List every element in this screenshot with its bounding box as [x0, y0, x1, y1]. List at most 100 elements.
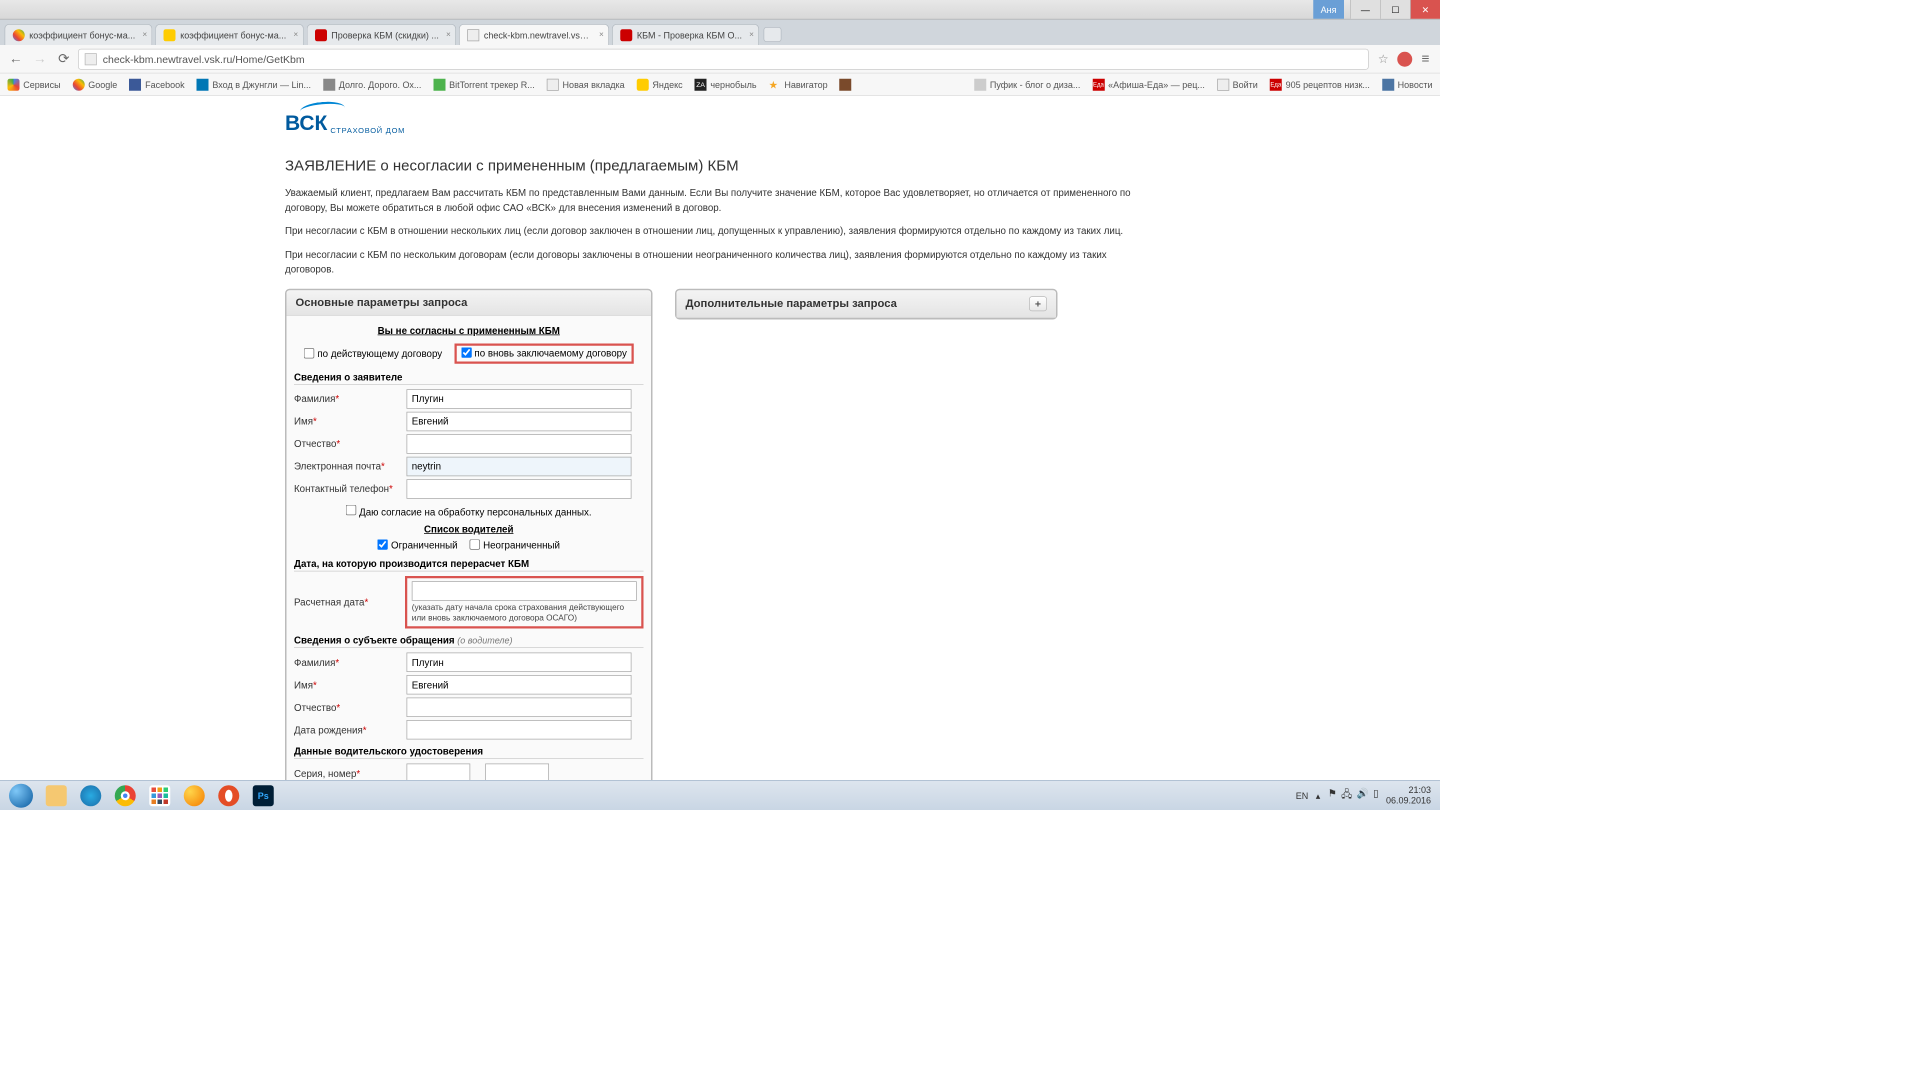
close-icon[interactable]: ×: [446, 30, 451, 39]
chrome-menu-icon[interactable]: ≡: [1417, 51, 1434, 67]
browser-tab-strip: коэффициент бонус-ма...× коэффициент бон…: [0, 20, 1440, 46]
reload-button[interactable]: ⟳: [54, 49, 74, 69]
browser-tab[interactable]: Проверка КБМ (скидки) ...×: [306, 24, 456, 45]
tray-network-icon[interactable]: 🖧: [1341, 787, 1352, 804]
bookmark-star-icon[interactable]: ☆: [1373, 51, 1393, 66]
favicon-icon: [433, 78, 445, 90]
close-icon[interactable]: ×: [749, 30, 754, 39]
consent-checkbox[interactable]: [346, 504, 357, 515]
checkbox-new[interactable]: [461, 347, 472, 358]
option-unlimited[interactable]: Неограниченный: [470, 539, 560, 550]
taskbar-app-ie[interactable]: [75, 783, 107, 807]
checkbox-limited[interactable]: [378, 539, 389, 550]
forward-button[interactable]: →: [30, 49, 50, 69]
subject-patronymic-input[interactable]: [407, 698, 632, 718]
option-limited[interactable]: Ограниченный: [378, 539, 458, 550]
applicant-surname-input[interactable]: [407, 389, 632, 409]
bookmark-item[interactable]: Долго. Дорого. Ох...: [323, 78, 421, 90]
taskbar-app-chrome[interactable]: [110, 783, 142, 807]
tray-clock[interactable]: 21:03 06.09.2016: [1386, 785, 1431, 805]
page-content: ВСК СТРАХОВОЙ ДОМ ЗАЯВЛЕНИЕ о несогласии…: [0, 96, 1440, 780]
expand-panel-button[interactable]: +: [1029, 296, 1047, 311]
favicon-icon: [129, 78, 141, 90]
applicant-name-input[interactable]: [407, 411, 632, 431]
bookmark-item[interactable]: Войти: [1217, 78, 1258, 90]
taskbar-app-photoshop[interactable]: Ps: [248, 783, 280, 807]
tray-battery-icon[interactable]: ▯: [1373, 787, 1378, 804]
close-icon[interactable]: ×: [142, 30, 147, 39]
bookmark-item[interactable]: Пуфик - блог о диза...: [974, 78, 1080, 90]
browser-tab[interactable]: коэффициент бонус-ма...×: [155, 24, 303, 45]
user-badge: Аня: [1313, 0, 1344, 19]
tray-flag-icon[interactable]: ⚑: [1328, 787, 1337, 804]
favicon-icon: [323, 78, 335, 90]
new-tab-button[interactable]: [764, 27, 782, 42]
bookmark-item[interactable]: Сервисы: [8, 78, 61, 90]
subject-birth-input[interactable]: [407, 720, 632, 740]
browser-tab[interactable]: коэффициент бонус-ма...×: [5, 24, 153, 45]
windows-taskbar: Ps EN ▴ ⚑ 🖧 🔊 ▯ 21:03 06.09.2016: [0, 780, 1440, 810]
page-title: ЗАЯВЛЕНИЕ о несогласии с примененным (пр…: [285, 158, 1155, 175]
bookmark-item[interactable]: Новая вкладка: [547, 78, 625, 90]
taskbar-app[interactable]: [179, 783, 211, 807]
taskbar-app[interactable]: [144, 783, 176, 807]
license-number-input[interactable]: [485, 764, 549, 780]
applicant-email-input[interactable]: [407, 456, 632, 476]
window-minimize-button[interactable]: [1350, 0, 1380, 19]
bookmarks-bar: Сервисы Google Facebook Вход в Джунгли —…: [0, 74, 1440, 97]
bookmark-item[interactable]: Еда«Афиша-Еда» — рец...: [1092, 78, 1204, 90]
subject-name-input[interactable]: [407, 675, 632, 695]
tray-volume-icon[interactable]: 🔊: [1356, 787, 1368, 804]
bookmark-item[interactable]: [840, 78, 852, 90]
system-tray: EN ▴ ⚑ 🖧 🔊 ▯ 21:03 06.09.2016: [1296, 785, 1437, 805]
taskbar-app-explorer[interactable]: [41, 783, 73, 807]
window-close-button[interactable]: [1410, 0, 1440, 19]
taskbar-app-opera[interactable]: [213, 783, 245, 807]
bookmark-item[interactable]: Facebook: [129, 78, 184, 90]
option-current-contract[interactable]: по действующему договору: [304, 343, 442, 363]
windows-orb-icon: [9, 783, 33, 807]
bookmark-item[interactable]: Google: [73, 78, 118, 90]
consent-checkbox-label[interactable]: Даю согласие на обработку персональных д…: [346, 506, 592, 517]
browser-toolbar: ← → ⟳ check-kbm.newtravel.vsk.ru/Home/Ge…: [0, 45, 1440, 74]
license-series-input[interactable]: [407, 764, 471, 780]
close-icon[interactable]: ×: [599, 30, 604, 39]
applicant-phone-input[interactable]: [407, 479, 632, 499]
tray-chevron-icon[interactable]: ▴: [1316, 790, 1321, 801]
google-favicon-icon: [13, 29, 25, 41]
language-indicator[interactable]: EN: [1296, 790, 1309, 801]
option-new-contract[interactable]: по вновь заключаемому договору: [461, 347, 627, 358]
bookmark-item[interactable]: Еда905 рецептов низк...: [1270, 78, 1370, 90]
applicant-patronymic-input[interactable]: [407, 434, 632, 454]
yandex-favicon-icon: [164, 29, 176, 41]
favicon-icon: Еда: [1092, 78, 1104, 90]
checkbox-current[interactable]: [304, 348, 315, 359]
window-maximize-button[interactable]: [1380, 0, 1410, 19]
intro-paragraph: Уважаемый клиент, предлагаем Вам рассчит…: [285, 185, 1155, 214]
back-button[interactable]: ←: [6, 49, 26, 69]
bookmark-item[interactable]: ★Навигатор: [769, 78, 828, 90]
favicon-icon: [1217, 78, 1229, 90]
start-button[interactable]: [3, 782, 39, 809]
highlight-box: по вновь заключаемому договору: [454, 343, 633, 363]
address-bar[interactable]: check-kbm.newtravel.vsk.ru/Home/GetKbm: [78, 48, 1369, 69]
browser-tab-active[interactable]: check-kbm.newtravel.vsk...×: [459, 24, 609, 45]
bookmark-item[interactable]: ZAчернобыль: [695, 78, 757, 90]
favicon-icon: [197, 78, 209, 90]
page-icon: [85, 53, 97, 65]
extension-icon[interactable]: [1398, 51, 1413, 66]
calc-date-input[interactable]: [412, 581, 637, 601]
favicon-icon: [73, 78, 85, 90]
favicon-icon: [974, 78, 986, 90]
close-icon[interactable]: ×: [293, 30, 298, 39]
site-favicon-icon: [620, 29, 632, 41]
browser-tab[interactable]: КБМ - Проверка КБМ О...×: [612, 24, 759, 45]
bookmark-item[interactable]: BitTorrent трекер R...: [433, 78, 534, 90]
checkbox-unlimited[interactable]: [470, 539, 481, 550]
subject-surname-input[interactable]: [407, 653, 632, 673]
bookmark-item[interactable]: Новости: [1382, 78, 1433, 90]
date-hint: (указать дату начала срока страхования д…: [412, 602, 637, 623]
bookmark-item[interactable]: Вход в Джунгли — Lin...: [197, 78, 311, 90]
intro-paragraph: При несогласии с КБМ по нескольким догов…: [285, 247, 1155, 276]
bookmark-item[interactable]: Яндекс: [637, 78, 683, 90]
